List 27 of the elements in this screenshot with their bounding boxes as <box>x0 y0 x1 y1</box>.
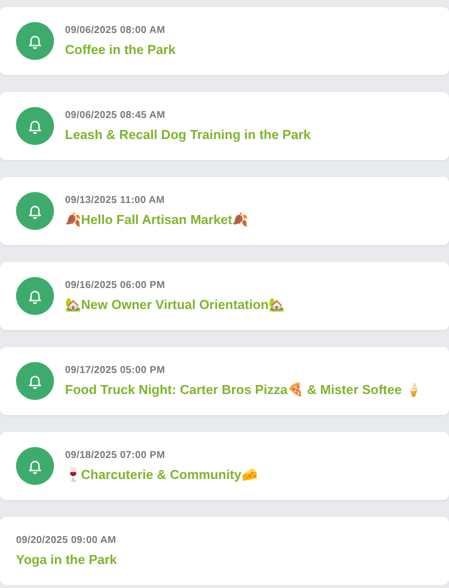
event-date: 09/17/2025 05:00 PM <box>65 365 166 376</box>
bell-icon <box>28 288 42 304</box>
event-card[interactable]: 09/16/2025 06:00 PM 🏡New Owner Virtual Orientation🏡 <box>0 262 449 330</box>
event-title: Coffee in the Park <box>65 42 176 57</box>
event-date: 09/16/2025 06:00 PM <box>65 280 166 291</box>
event-title: Food Truck Night: Carter Bros Pizza🍕 & Mister Softee 🍦 <box>65 382 422 397</box>
event-date: 09/20/2025 09:00 AM <box>16 535 117 546</box>
bell-icon <box>28 374 42 388</box>
event-title: 🍷Charcuterie & Community🧀 <box>65 467 258 482</box>
event-date: 09/06/2025 08:00 AM <box>65 25 166 36</box>
bell-icon <box>28 118 42 134</box>
event-title: 🍂Hello Fall Artisan Market🍂 <box>65 212 248 227</box>
event-card[interactable]: 09/20/2025 09:00 AM Yoga in the Park <box>0 517 449 585</box>
event-date: 09/06/2025 08:45 AM <box>65 110 166 121</box>
event-date: 09/13/2025 11:00 AM <box>65 195 166 206</box>
bell-icon <box>28 204 42 218</box>
event-title: 🏡New Owner Virtual Orientation🏡 <box>65 297 285 312</box>
event-title: Leash & Recall Dog Training in the Park <box>65 127 311 142</box>
event-title: Yoga in the Park <box>16 552 117 567</box>
event-card[interactable]: 09/13/2025 11:00 AM 🍂Hello Fall Artisan Market🍂 <box>0 177 449 245</box>
event-card[interactable]: 09/06/2025 08:45 AM Leash & Recall Dog Training in the Park <box>0 92 449 160</box>
event-card[interactable]: 09/06/2025 08:00 AM Coffee in the Park <box>0 7 449 75</box>
event-card[interactable]: 09/17/2025 05:00 PM Food Truck Night: Carter Bros Pizza🍕 & Mister Softee 🍦 <box>0 347 449 415</box>
event-card[interactable]: 09/18/2025 07:00 PM 🍷Charcuterie & Community🧀 <box>0 432 449 500</box>
event-date: 09/18/2025 07:00 PM <box>65 450 166 461</box>
bell-icon <box>28 458 42 474</box>
bell-icon <box>28 34 42 48</box>
